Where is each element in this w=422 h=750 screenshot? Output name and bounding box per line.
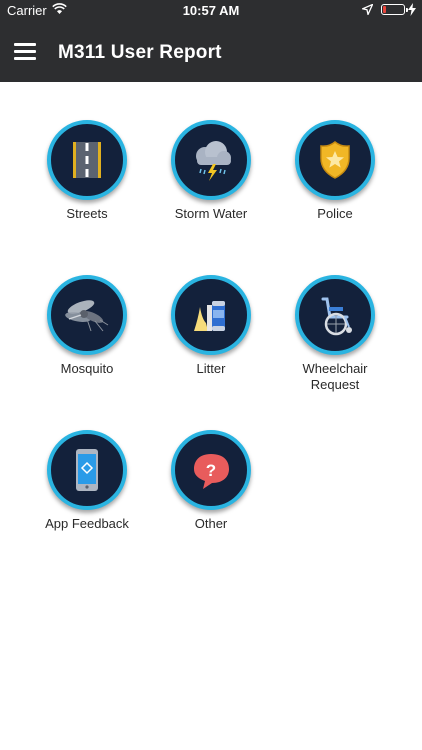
- category-mosquito[interactable]: Mosquito: [25, 275, 149, 377]
- mosquito-icon: [47, 275, 127, 355]
- category-police[interactable]: Police: [273, 120, 397, 222]
- wheelchair-icon: [295, 275, 375, 355]
- litter-icon: [171, 275, 251, 355]
- location-arrow-icon: [362, 4, 373, 15]
- status-time: 10:57 AM: [182, 3, 240, 18]
- category-label: Police: [317, 206, 353, 221]
- category-app-feedback[interactable]: App Feedback: [25, 430, 149, 532]
- category-label: Mosquito: [60, 361, 114, 376]
- phone-icon: [47, 430, 127, 510]
- category-other[interactable]: ? Other: [149, 430, 273, 532]
- category-wheelchair-request[interactable]: Wheelchair Request: [273, 275, 397, 393]
- category-label: Other: [194, 516, 228, 531]
- hamburger-menu-icon[interactable]: [14, 43, 36, 61]
- category-label: Streets: [66, 206, 108, 221]
- police-badge-icon: [295, 120, 375, 200]
- svg-text:?: ?: [206, 461, 216, 480]
- category-label: Storm Water: [174, 206, 248, 221]
- category-storm-water[interactable]: Storm Water: [149, 120, 273, 222]
- category-label: App Feedback: [45, 516, 129, 531]
- category-label: Wheelchair Request: [302, 361, 368, 392]
- battery-icon: [381, 4, 408, 15]
- charging-bolt-icon: [408, 3, 416, 16]
- status-bar: Carrier 10:57 AM: [0, 0, 422, 22]
- page-title: M311 User Report: [58, 42, 222, 63]
- road-icon: [47, 120, 127, 200]
- category-litter[interactable]: Litter: [149, 275, 273, 377]
- storm-cloud-icon: [171, 120, 251, 200]
- category-streets[interactable]: Streets: [25, 120, 149, 222]
- question-bubble-icon: ?: [171, 430, 251, 510]
- app-header: Carrier 10:57 AM M311 User Report: [0, 0, 422, 82]
- category-label: Litter: [196, 361, 226, 376]
